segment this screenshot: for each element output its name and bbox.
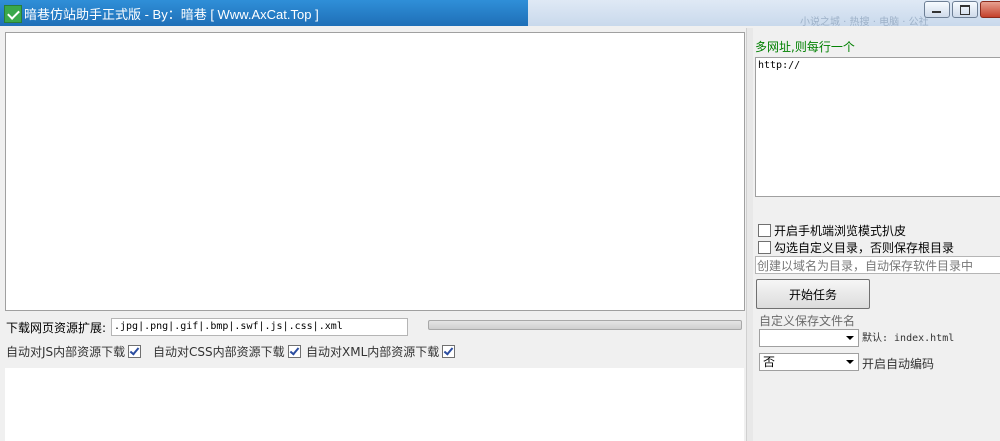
source-output-area[interactable] — [5, 32, 745, 311]
url-hint-label: 多网址,则每行一个 — [755, 40, 855, 54]
minimize-button[interactable] — [924, 1, 950, 18]
xml-resource-option-label: 自动对XML内部资源下载 — [306, 345, 440, 359]
mobile-mode-label: 开启手机端浏览模式扒皮 — [774, 224, 907, 238]
panel-splitter[interactable] — [746, 28, 753, 441]
xml-resource-option[interactable]: 自动对XML内部资源下载 — [306, 343, 456, 360]
download-progress-bar — [428, 320, 742, 330]
default-filename-text: 默认: index.html — [862, 333, 955, 344]
chevron-down-icon[interactable] — [846, 360, 854, 364]
close-button[interactable] — [980, 1, 1000, 18]
css-resource-option[interactable]: 自动对CSS内部资源下载 — [153, 343, 301, 360]
filename-select[interactable] — [759, 329, 859, 347]
resource-extension-label: 下载网页资源扩展: — [6, 321, 107, 335]
auto-encode-select-value: 否 — [763, 355, 776, 369]
window-title: 暗巷仿站助手正式版 - By：暗巷 [ Www.AxCat.Top ] — [24, 7, 319, 22]
custom-dir-label: 勾选自定义目录，否则保存根目录 — [774, 241, 955, 255]
background-window-text: 小说之城 · 热搜 · 电脑 · 公社 — [800, 17, 929, 28]
custom-filename-label: 自定义保存文件名 — [759, 314, 856, 328]
title-bar: 暗巷仿站助手正式版 - By：暗巷 [ Www.AxCat.Top ] 小说之城… — [0, 0, 1000, 28]
js-resource-option-label: 自动对JS内部资源下载 — [6, 345, 126, 359]
js-resource-option[interactable]: 自动对JS内部资源下载 — [6, 343, 142, 360]
xml-resource-checkbox[interactable] — [442, 345, 456, 358]
js-resource-checkbox[interactable] — [128, 345, 142, 358]
save-directory-input[interactable]: 创建以域名为目录，自动保存软件目录中 — [755, 256, 1000, 274]
auto-encode-select[interactable]: 否 — [759, 353, 859, 371]
mobile-mode-checkbox[interactable] — [758, 224, 771, 237]
css-resource-option-label: 自动对CSS内部资源下载 — [153, 345, 285, 359]
log-area[interactable] — [5, 368, 744, 441]
resource-extension-input[interactable]: .jpg|.png|.gif|.bmp|.swf|.js|.css|.xml — [111, 318, 408, 336]
custom-dir-option[interactable]: 勾选自定义目录，否则保存根目录 — [758, 239, 954, 256]
app-icon — [4, 5, 22, 23]
start-task-button[interactable]: 开始任务 — [756, 279, 870, 309]
auto-encode-label: 开启自动编码 — [862, 357, 935, 371]
default-filename-hint: 默认: index.html — [862, 329, 954, 344]
chevron-down-icon[interactable] — [846, 336, 854, 340]
url-input[interactable]: http:// — [755, 57, 1000, 197]
maximize-button[interactable] — [952, 1, 978, 18]
css-resource-checkbox[interactable] — [287, 345, 301, 358]
mobile-mode-option[interactable]: 开启手机端浏览模式扒皮 — [758, 222, 906, 239]
custom-dir-checkbox[interactable] — [758, 241, 771, 254]
